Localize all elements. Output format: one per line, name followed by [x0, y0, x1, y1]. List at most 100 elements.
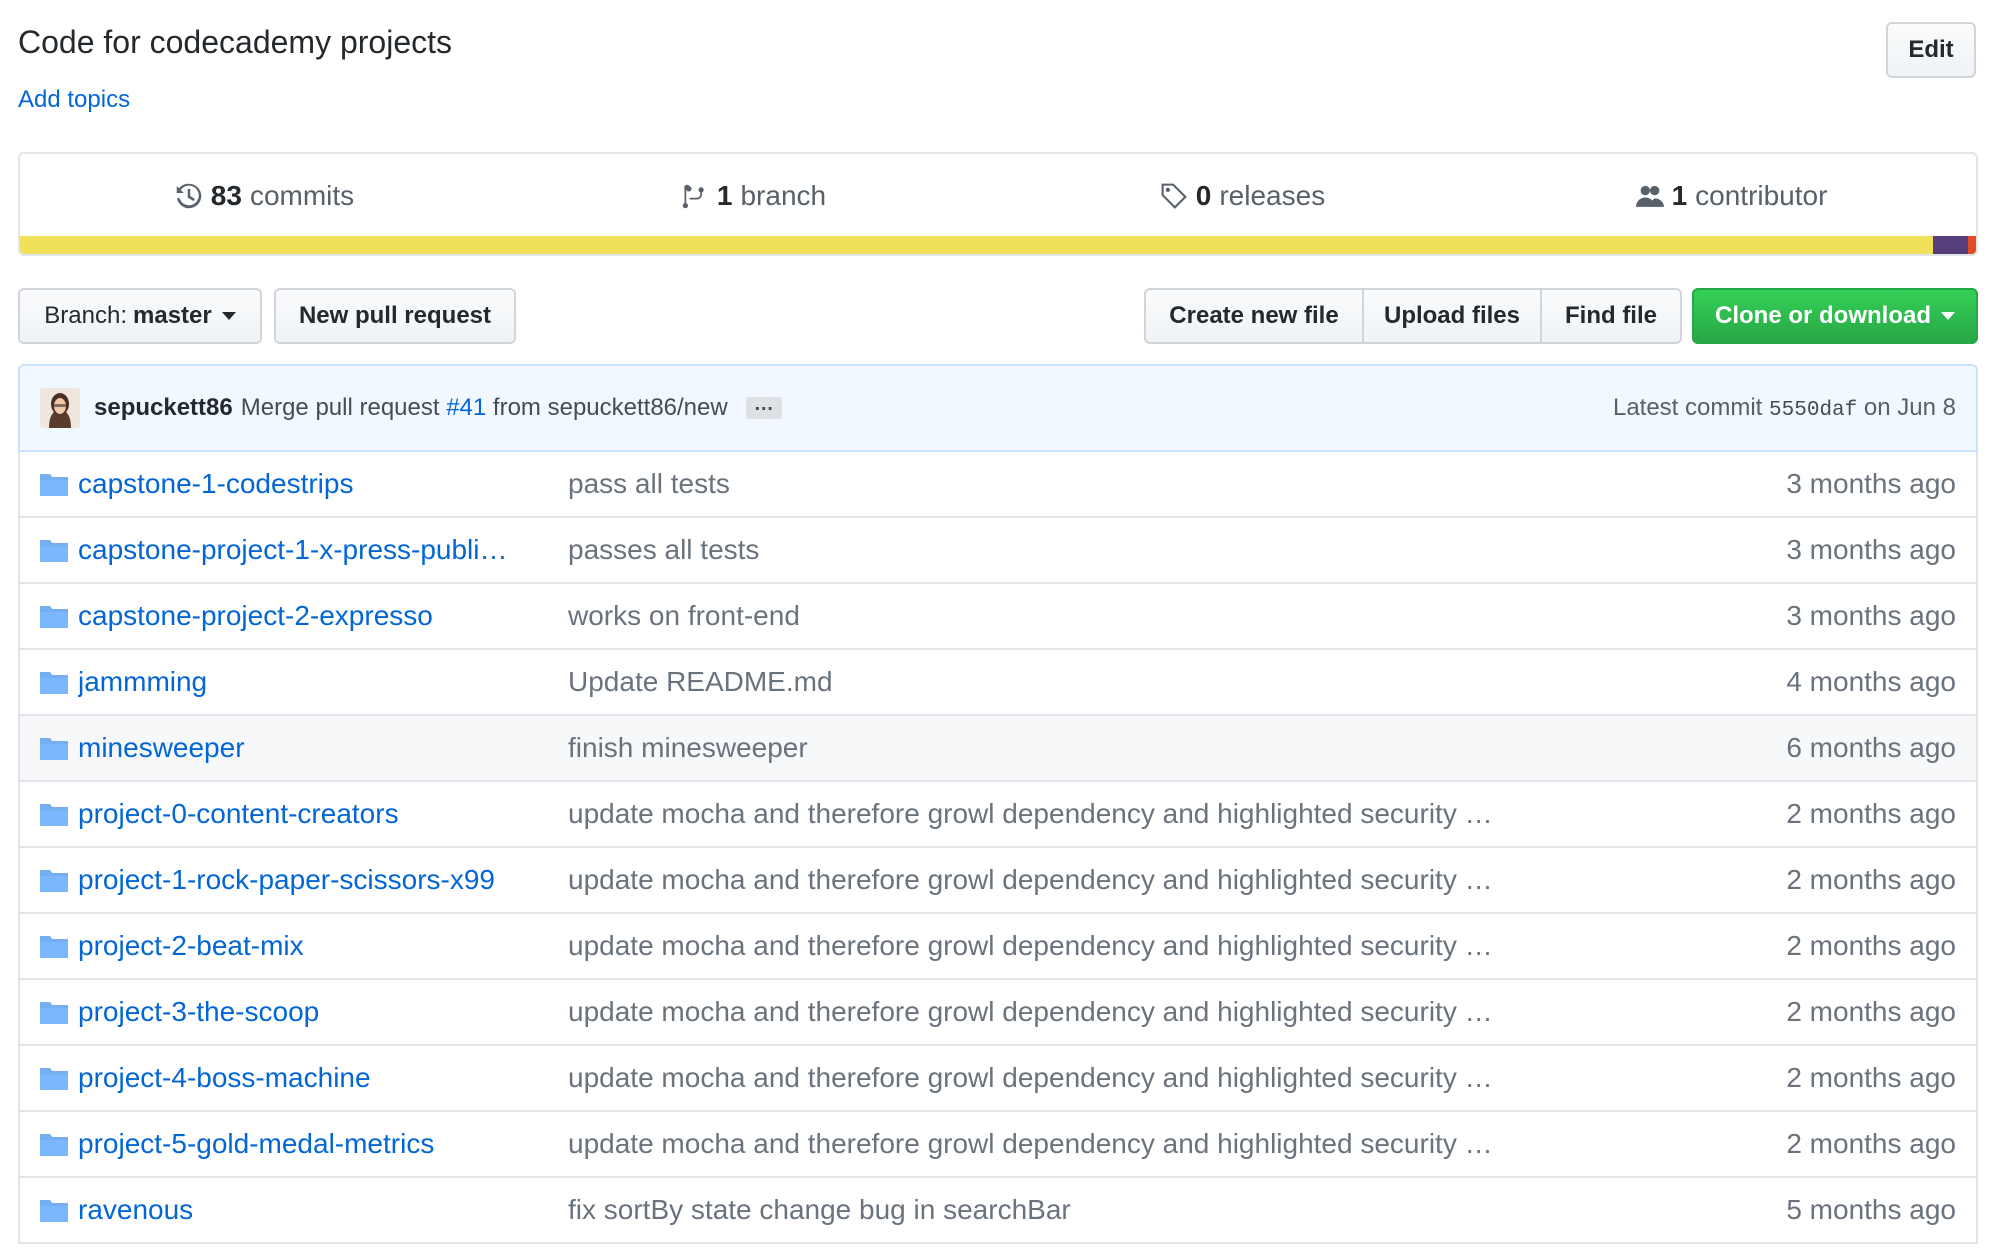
file-commit-age: 3 months ago	[1786, 534, 1956, 565]
file-name-link[interactable]: jammming	[78, 666, 536, 698]
latest-commit-bar: sepuckett86 Merge pull request #41 from …	[18, 364, 1978, 452]
file-commit-message[interactable]: passes all tests	[568, 534, 1548, 566]
commit-message-pre[interactable]: Merge pull request	[241, 394, 440, 422]
file-commit-age: 2 months ago	[1786, 864, 1956, 895]
commits-count: 83	[210, 180, 242, 211]
clone-or-download-button[interactable]: Clone or download	[1692, 288, 1978, 344]
branch-count: 1	[716, 180, 733, 211]
find-file-button[interactable]: Find file	[1540, 288, 1682, 344]
folder-icon	[40, 1134, 68, 1156]
repo-summary: 83 commits 1 branch 0 releases 1 contrib…	[18, 152, 1978, 256]
file-commit-message[interactable]: update mocha and therefore growl depende…	[568, 1062, 1548, 1094]
commit-sha-link[interactable]: 5550daf	[1769, 399, 1857, 422]
file-name-link[interactable]: capstone-project-2-expresso	[78, 600, 536, 632]
folder-icon	[40, 1068, 68, 1090]
commit-author-link[interactable]: sepuckett86	[94, 394, 233, 422]
file-commit-message[interactable]: update mocha and therefore growl depende…	[568, 996, 1548, 1028]
history-icon	[176, 183, 202, 209]
people-icon	[1635, 185, 1664, 207]
branch-name: master	[133, 302, 212, 329]
contributors-link[interactable]: 1 contributor	[1487, 154, 1976, 238]
file-name-link[interactable]: project-3-the-scoop	[78, 996, 536, 1028]
file-row[interactable]: project-5-gold-medal-metrics update mocha…	[20, 1112, 1976, 1178]
folder-icon	[40, 1200, 68, 1222]
folder-icon	[40, 804, 68, 826]
folder-icon	[40, 540, 68, 562]
commit-date: on Jun 8	[1863, 394, 1956, 421]
file-commit-message[interactable]: update mocha and therefore growl depende…	[568, 798, 1548, 830]
file-row[interactable]: project-2-beat-mix update mocha and there…	[20, 914, 1976, 980]
folder-icon	[40, 936, 68, 958]
add-topics-link[interactable]: Add topics	[18, 86, 130, 114]
file-row[interactable]: project-3-the-scoop update mocha and ther…	[20, 980, 1976, 1046]
repo-description: Code for codecademy projects	[18, 24, 452, 60]
file-name-link[interactable]: project-5-gold-medal-metrics	[78, 1128, 536, 1160]
file-row[interactable]: minesweeper finish minesweeper 6 months ag…	[20, 716, 1976, 782]
file-commit-message[interactable]: update mocha and therefore growl depende…	[568, 1128, 1548, 1160]
file-commit-message[interactable]: Update README.md	[568, 666, 1548, 698]
edit-description-button[interactable]: Edit	[1886, 22, 1976, 78]
file-list: capstone-1-codestrips pass all tests 3 mon…	[18, 452, 1978, 1244]
file-row[interactable]: capstone-project-1-x-press-publi… passes …	[20, 518, 1976, 584]
file-commit-age: 5 months ago	[1786, 1194, 1956, 1225]
file-commit-age: 2 months ago	[1786, 996, 1956, 1027]
folder-icon	[40, 738, 68, 760]
file-commit-message[interactable]: works on front-end	[568, 600, 1548, 632]
file-name-link[interactable]: ravenous	[78, 1194, 536, 1226]
pull-request-link[interactable]: #41	[446, 394, 486, 422]
clone-label: Clone or download	[1715, 302, 1931, 329]
author-avatar[interactable]	[40, 388, 80, 428]
commits-label: commits	[249, 180, 355, 211]
file-commit-age: 3 months ago	[1786, 468, 1956, 499]
dropdown-caret-icon	[221, 312, 236, 320]
branch-select-button[interactable]: Branch: master	[18, 288, 262, 344]
folder-icon	[40, 606, 68, 628]
contributor-count: 1	[1671, 180, 1688, 211]
dropdown-caret-icon	[1941, 312, 1955, 320]
branch-label: branch	[740, 180, 827, 211]
file-row[interactable]: capstone-project-2-expresso works on fron…	[20, 584, 1976, 650]
upload-files-button[interactable]: Upload files	[1362, 288, 1542, 344]
releases-label: releases	[1219, 180, 1326, 211]
file-commit-message[interactable]: finish minesweeper	[568, 732, 1548, 764]
file-row[interactable]: project-0-content-creators update mocha a…	[20, 782, 1976, 848]
file-actions-group: Create new file Upload files Find file	[1144, 288, 1682, 344]
create-new-file-button[interactable]: Create new file	[1144, 288, 1364, 344]
folder-icon	[40, 870, 68, 892]
language-segment[interactable]	[1932, 236, 1969, 254]
latest-commit-info: Latest commit 5550daf on Jun 8	[1613, 394, 1956, 422]
file-commit-message[interactable]: pass all tests	[568, 468, 1548, 500]
file-commit-age: 2 months ago	[1786, 1062, 1956, 1093]
new-pull-request-button[interactable]: New pull request	[274, 288, 516, 344]
commit-message-post[interactable]: from sepuckett86/new	[493, 394, 728, 422]
file-row[interactable]: ravenous fix sortBy state change bug in s…	[20, 1178, 1976, 1244]
file-row[interactable]: jammming Update README.md 4 months ago	[20, 650, 1976, 716]
file-row[interactable]: project-1-rock-paper-scissors-x99 update …	[20, 848, 1976, 914]
folder-icon	[40, 474, 68, 496]
file-commit-message[interactable]: fix sortBy state change bug in searchBar	[568, 1194, 1548, 1226]
file-commit-message[interactable]: update mocha and therefore growl depende…	[568, 930, 1548, 962]
commits-link[interactable]: 83 commits	[20, 154, 509, 238]
file-name-link[interactable]: project-1-rock-paper-scissors-x99	[78, 864, 536, 896]
file-name-link[interactable]: capstone-project-1-x-press-publi…	[78, 534, 536, 566]
file-row[interactable]: capstone-1-codestrips pass all tests 3 mon…	[20, 452, 1976, 518]
folder-icon	[40, 672, 68, 694]
folder-icon	[40, 1002, 68, 1024]
file-name-link[interactable]: minesweeper	[78, 732, 536, 764]
file-name-link[interactable]: project-4-boss-machine	[78, 1062, 536, 1094]
file-commit-age: 3 months ago	[1786, 600, 1956, 631]
branches-link[interactable]: 1 branch	[509, 154, 998, 238]
file-name-link[interactable]: capstone-1-codestrips	[78, 468, 536, 500]
file-commit-message[interactable]: update mocha and therefore growl depende…	[568, 864, 1548, 896]
language-bar[interactable]	[20, 236, 1976, 254]
expand-commit-message-button[interactable]: …	[745, 394, 782, 419]
language-segment[interactable]	[20, 236, 1933, 254]
file-name-link[interactable]: project-0-content-creators	[78, 798, 536, 830]
file-row[interactable]: project-4-boss-machine update mocha and t…	[20, 1046, 1976, 1112]
language-segment[interactable]	[1968, 236, 1976, 254]
tag-icon	[1161, 183, 1187, 209]
releases-link[interactable]: 0 releases	[998, 154, 1487, 238]
branch-prefix: Branch:	[44, 302, 127, 329]
branch-icon	[682, 184, 704, 209]
file-name-link[interactable]: project-2-beat-mix	[78, 930, 536, 962]
